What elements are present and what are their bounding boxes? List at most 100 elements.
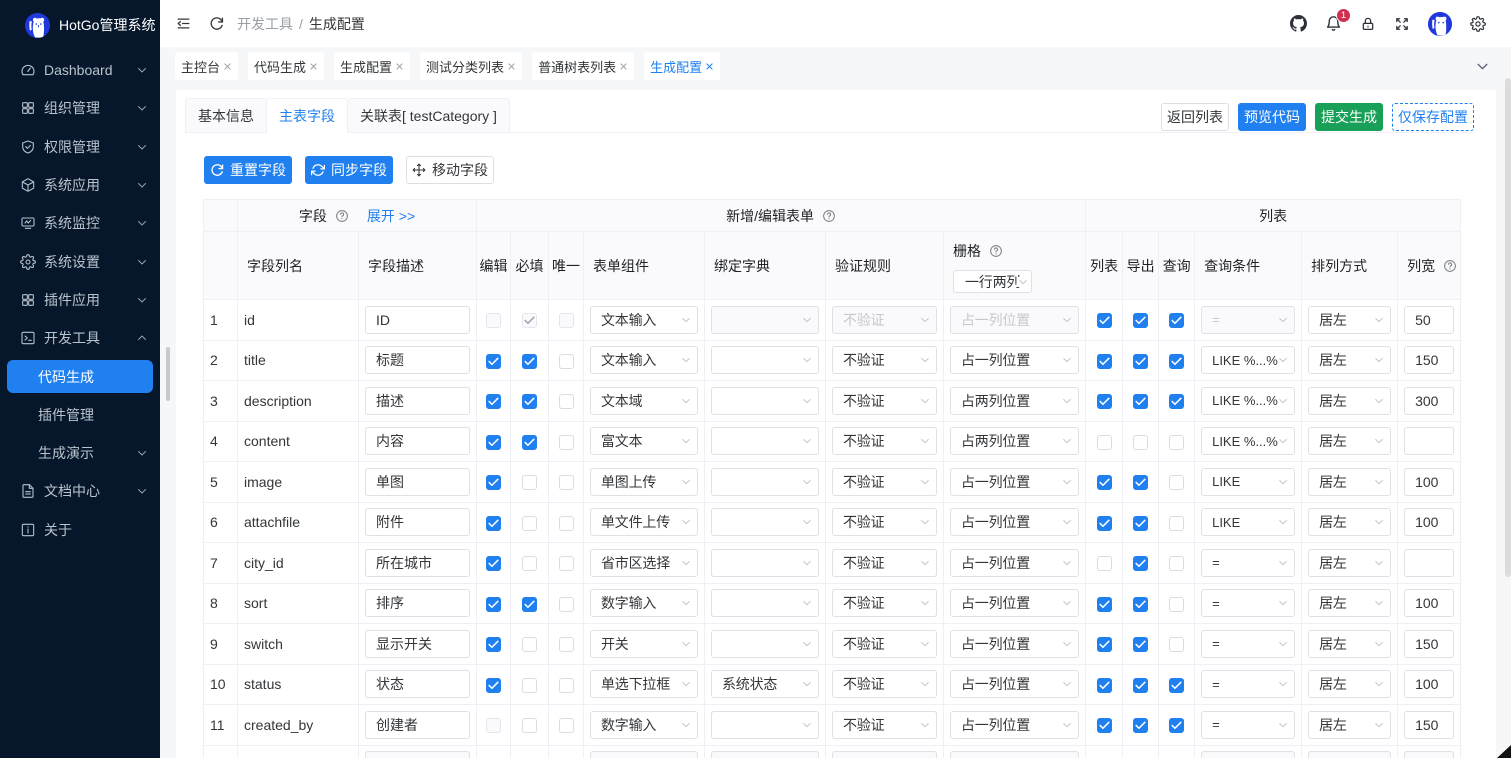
- content-scrollbar[interactable]: [166, 347, 170, 401]
- edit-checkbox[interactable]: [486, 475, 501, 490]
- grid-select[interactable]: 占一列位置: [950, 346, 1079, 374]
- unique-checkbox[interactable]: [559, 394, 574, 409]
- sidebar-item-Dashboard[interactable]: Dashboard: [0, 51, 160, 89]
- desc-input[interactable]: 创建者: [365, 711, 470, 739]
- unique-checkbox[interactable]: [559, 313, 574, 328]
- query-cond-select[interactable]: [1201, 751, 1295, 758]
- desc-input[interactable]: 显示开关: [365, 630, 470, 658]
- component-select[interactable]: 单选下拉框: [590, 670, 698, 698]
- validate-select[interactable]: 不验证: [832, 427, 937, 455]
- grid-select[interactable]: 占一列位置: [950, 468, 1079, 496]
- sidebar-item-item2[interactable]: 权限管理: [0, 128, 160, 166]
- action-button-0[interactable]: 返回列表: [1161, 103, 1229, 131]
- dict-select[interactable]: [711, 306, 819, 334]
- width-input[interactable]: 300: [1404, 387, 1454, 415]
- settings-gear-icon[interactable]: [1470, 16, 1486, 32]
- query-checkbox[interactable]: [1169, 475, 1184, 490]
- tab-chip-3[interactable]: 测试分类列表: [420, 52, 522, 80]
- list-checkbox[interactable]: [1097, 475, 1112, 490]
- unique-checkbox[interactable]: [559, 435, 574, 450]
- dict-select[interactable]: 系统状态: [711, 670, 819, 698]
- align-select[interactable]: 居左: [1308, 468, 1391, 496]
- dict-select[interactable]: [711, 468, 819, 496]
- sidebar-item-sub-item10[interactable]: 生成演示: [0, 434, 160, 472]
- logo[interactable]: HotGo管理系统: [0, 0, 160, 50]
- tabs-dropdown-chevron-icon[interactable]: [1476, 60, 1489, 73]
- help-icon[interactable]: [989, 244, 1003, 258]
- edit-checkbox[interactable]: [486, 313, 501, 328]
- width-input[interactable]: 150: [1404, 630, 1454, 658]
- unique-checkbox[interactable]: [559, 678, 574, 693]
- export-checkbox[interactable]: [1133, 556, 1148, 571]
- grid-select[interactable]: [950, 751, 1079, 758]
- query-checkbox[interactable]: [1169, 435, 1184, 450]
- required-checkbox[interactable]: [522, 313, 537, 328]
- breadcrumb-current[interactable]: 生成配置: [309, 14, 365, 34]
- validate-select[interactable]: 不验证: [832, 387, 937, 415]
- desc-input[interactable]: 排序: [365, 589, 470, 617]
- validate-select[interactable]: 不验证: [832, 589, 937, 617]
- tab-chip-0[interactable]: 主控台: [175, 52, 238, 80]
- list-checkbox[interactable]: [1097, 354, 1112, 369]
- close-icon[interactable]: [507, 62, 516, 71]
- dict-select[interactable]: [711, 549, 819, 577]
- desc-input[interactable]: [365, 751, 470, 758]
- edit-checkbox[interactable]: [486, 637, 501, 652]
- align-select[interactable]: 居左: [1308, 508, 1391, 536]
- export-checkbox[interactable]: [1133, 637, 1148, 652]
- required-checkbox[interactable]: [522, 475, 537, 490]
- required-checkbox[interactable]: [522, 678, 537, 693]
- dict-select[interactable]: [711, 508, 819, 536]
- tab-chip-2[interactable]: 生成配置: [334, 52, 410, 80]
- validate-select[interactable]: 不验证: [832, 630, 937, 658]
- query-cond-select[interactable]: =: [1201, 630, 1295, 658]
- edit-checkbox[interactable]: [486, 516, 501, 531]
- edit-checkbox[interactable]: [486, 354, 501, 369]
- desc-input[interactable]: ID: [365, 306, 470, 334]
- width-input[interactable]: 100: [1404, 508, 1454, 536]
- grid-select[interactable]: 占一列位置: [950, 589, 1079, 617]
- edit-checkbox[interactable]: [486, 556, 501, 571]
- align-select[interactable]: 居左: [1308, 427, 1391, 455]
- page-scrollbar[interactable]: [1505, 78, 1511, 577]
- dict-select[interactable]: [711, 711, 819, 739]
- align-select[interactable]: 居左: [1308, 670, 1391, 698]
- edit-checkbox[interactable]: [486, 394, 501, 409]
- required-checkbox[interactable]: [522, 597, 537, 612]
- grid-select[interactable]: 占两列位置: [950, 387, 1079, 415]
- dict-select[interactable]: [711, 630, 819, 658]
- align-select[interactable]: [1308, 751, 1391, 758]
- unique-checkbox[interactable]: [559, 718, 574, 733]
- width-input[interactable]: 50: [1404, 306, 1454, 334]
- validate-select[interactable]: 不验证: [832, 670, 937, 698]
- card-tab-2[interactable]: 关联表[ testCategory ]: [348, 98, 510, 133]
- width-input[interactable]: [1404, 427, 1454, 455]
- query-checkbox[interactable]: [1169, 556, 1184, 571]
- query-checkbox[interactable]: [1169, 516, 1184, 531]
- component-select[interactable]: 文本域: [590, 387, 698, 415]
- desc-input[interactable]: 单图: [365, 468, 470, 496]
- list-checkbox[interactable]: [1097, 637, 1112, 652]
- query-checkbox[interactable]: [1169, 678, 1184, 693]
- component-select[interactable]: 省市区选择: [590, 549, 698, 577]
- grid-select[interactable]: 占一列位置: [950, 508, 1079, 536]
- unique-checkbox[interactable]: [559, 637, 574, 652]
- sidebar-collapse-icon[interactable]: [176, 16, 191, 31]
- toolbar-button-1[interactable]: 同步字段: [305, 156, 393, 184]
- close-icon[interactable]: [705, 62, 714, 71]
- required-checkbox[interactable]: [522, 637, 537, 652]
- export-checkbox[interactable]: [1133, 678, 1148, 693]
- width-input[interactable]: 100: [1404, 670, 1454, 698]
- query-checkbox[interactable]: [1169, 394, 1184, 409]
- sidebar-item-item3[interactable]: 系统应用: [0, 166, 160, 204]
- sidebar-item-sub-item9[interactable]: 插件管理: [0, 396, 160, 434]
- query-cond-select[interactable]: =: [1201, 589, 1295, 617]
- tab-chip-4[interactable]: 普通树表列表: [532, 52, 634, 80]
- query-cond-select[interactable]: =: [1201, 306, 1295, 334]
- tab-chip-1[interactable]: 代码生成: [248, 52, 324, 80]
- required-checkbox[interactable]: [522, 516, 537, 531]
- required-checkbox[interactable]: [522, 394, 537, 409]
- list-checkbox[interactable]: [1097, 435, 1112, 450]
- sidebar-item-item12[interactable]: 关于: [0, 511, 160, 549]
- required-checkbox[interactable]: [522, 354, 537, 369]
